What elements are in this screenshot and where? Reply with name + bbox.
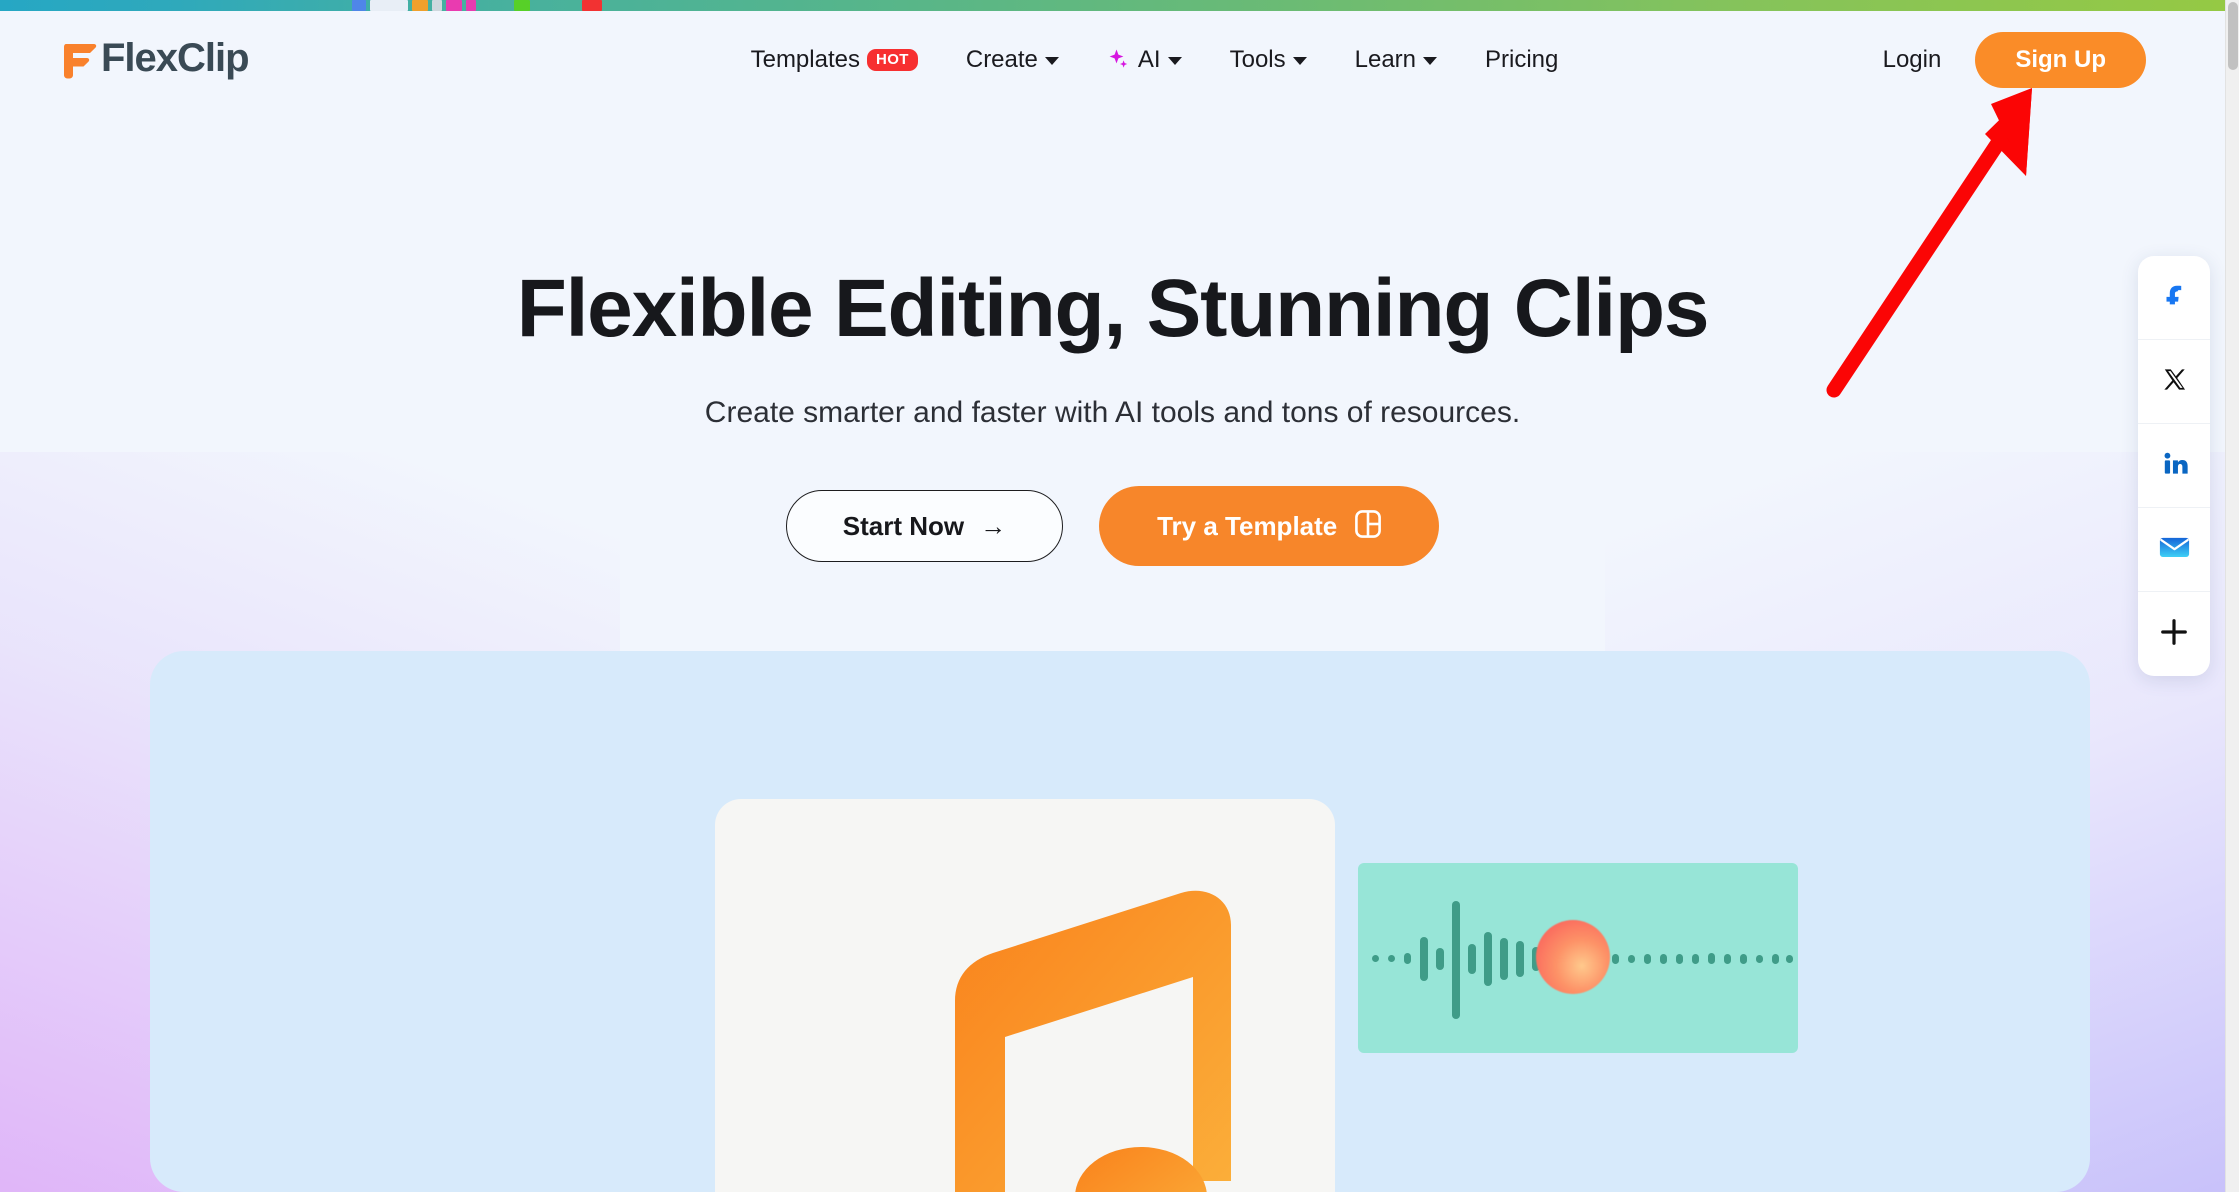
email-share-button[interactable] [2138,508,2210,592]
chevron-down-icon [1292,57,1307,65]
nav-item-ai[interactable]: AI [1083,38,1206,82]
try-a-template-button[interactable]: Try a Template [1099,486,1440,567]
nav-item-create[interactable]: Create [942,38,1083,82]
chevron-down-icon [1044,57,1059,65]
music-note-icon [945,881,1245,1192]
hero-illustration-card [150,651,2090,1192]
chevron-down-icon [1423,57,1438,65]
linkedin-share-button[interactable] [2138,424,2210,508]
nav-label: AI [1137,45,1161,73]
logo[interactable]: FlexClip [56,36,250,81]
hero-section: Flexible Editing, Stunning Clips Create … [0,108,2225,567]
x-twitter-icon [2161,366,2188,398]
hero-subtitle: Create smarter and faster with AI tools … [704,396,1521,430]
nav-label: Templates [750,45,860,73]
site-header: FlexClip Templates HOT Create AI Tools L… [0,11,2225,108]
nav-label: Learn [1354,45,1417,73]
hot-badge: HOT [866,48,918,71]
page-root: FlexClip Templates HOT Create AI Tools L… [0,0,2239,1192]
try-a-template-label: Try a Template [1157,511,1338,542]
arrow-right-icon: → [980,511,1007,542]
flexclip-f-mark-icon [56,40,98,80]
header-account-actions: Login Sign Up [1883,31,2146,88]
primary-navigation: Templates HOT Create AI Tools Learn Pric… [727,38,1583,82]
audio-playhead-dot-icon [1536,920,1610,994]
nav-label: Pricing [1485,45,1559,73]
sparkle-icon [1107,48,1131,72]
nav-label: Create [965,45,1038,73]
chevron-down-icon [1167,57,1182,65]
email-icon [2159,535,2190,564]
x-share-button[interactable] [2138,340,2210,424]
plus-icon [2159,617,2189,652]
login-link[interactable]: Login [1883,46,1942,74]
facebook-share-button[interactable] [2138,256,2210,340]
nav-item-pricing[interactable]: Pricing [1461,38,1582,82]
social-share-rail [2138,256,2210,676]
start-now-label: Start Now [842,511,965,542]
start-now-button[interactable]: Start Now → [785,490,1064,563]
vertical-scrollbar[interactable] [2225,0,2239,1192]
more-share-button[interactable] [2138,592,2210,676]
linkedin-icon [2160,449,2189,483]
nav-item-learn[interactable]: Learn [1331,38,1461,82]
logo-wordmark: FlexClip [101,36,250,80]
nav-label: Tools [1229,45,1286,73]
page-title: Flexible Editing, Stunning Clips [516,263,1710,354]
top-gradient-strip [0,0,2225,11]
template-layout-icon [1355,510,1382,542]
hero-cta-group: Start Now → Try a Template [0,486,2225,567]
nav-item-tools[interactable]: Tools [1206,38,1331,82]
scrollbar-thumb[interactable] [2228,2,2238,70]
facebook-icon [2159,280,2189,315]
nav-item-templates[interactable]: Templates HOT [727,38,942,82]
sign-up-button[interactable]: Sign Up [1975,31,2146,88]
